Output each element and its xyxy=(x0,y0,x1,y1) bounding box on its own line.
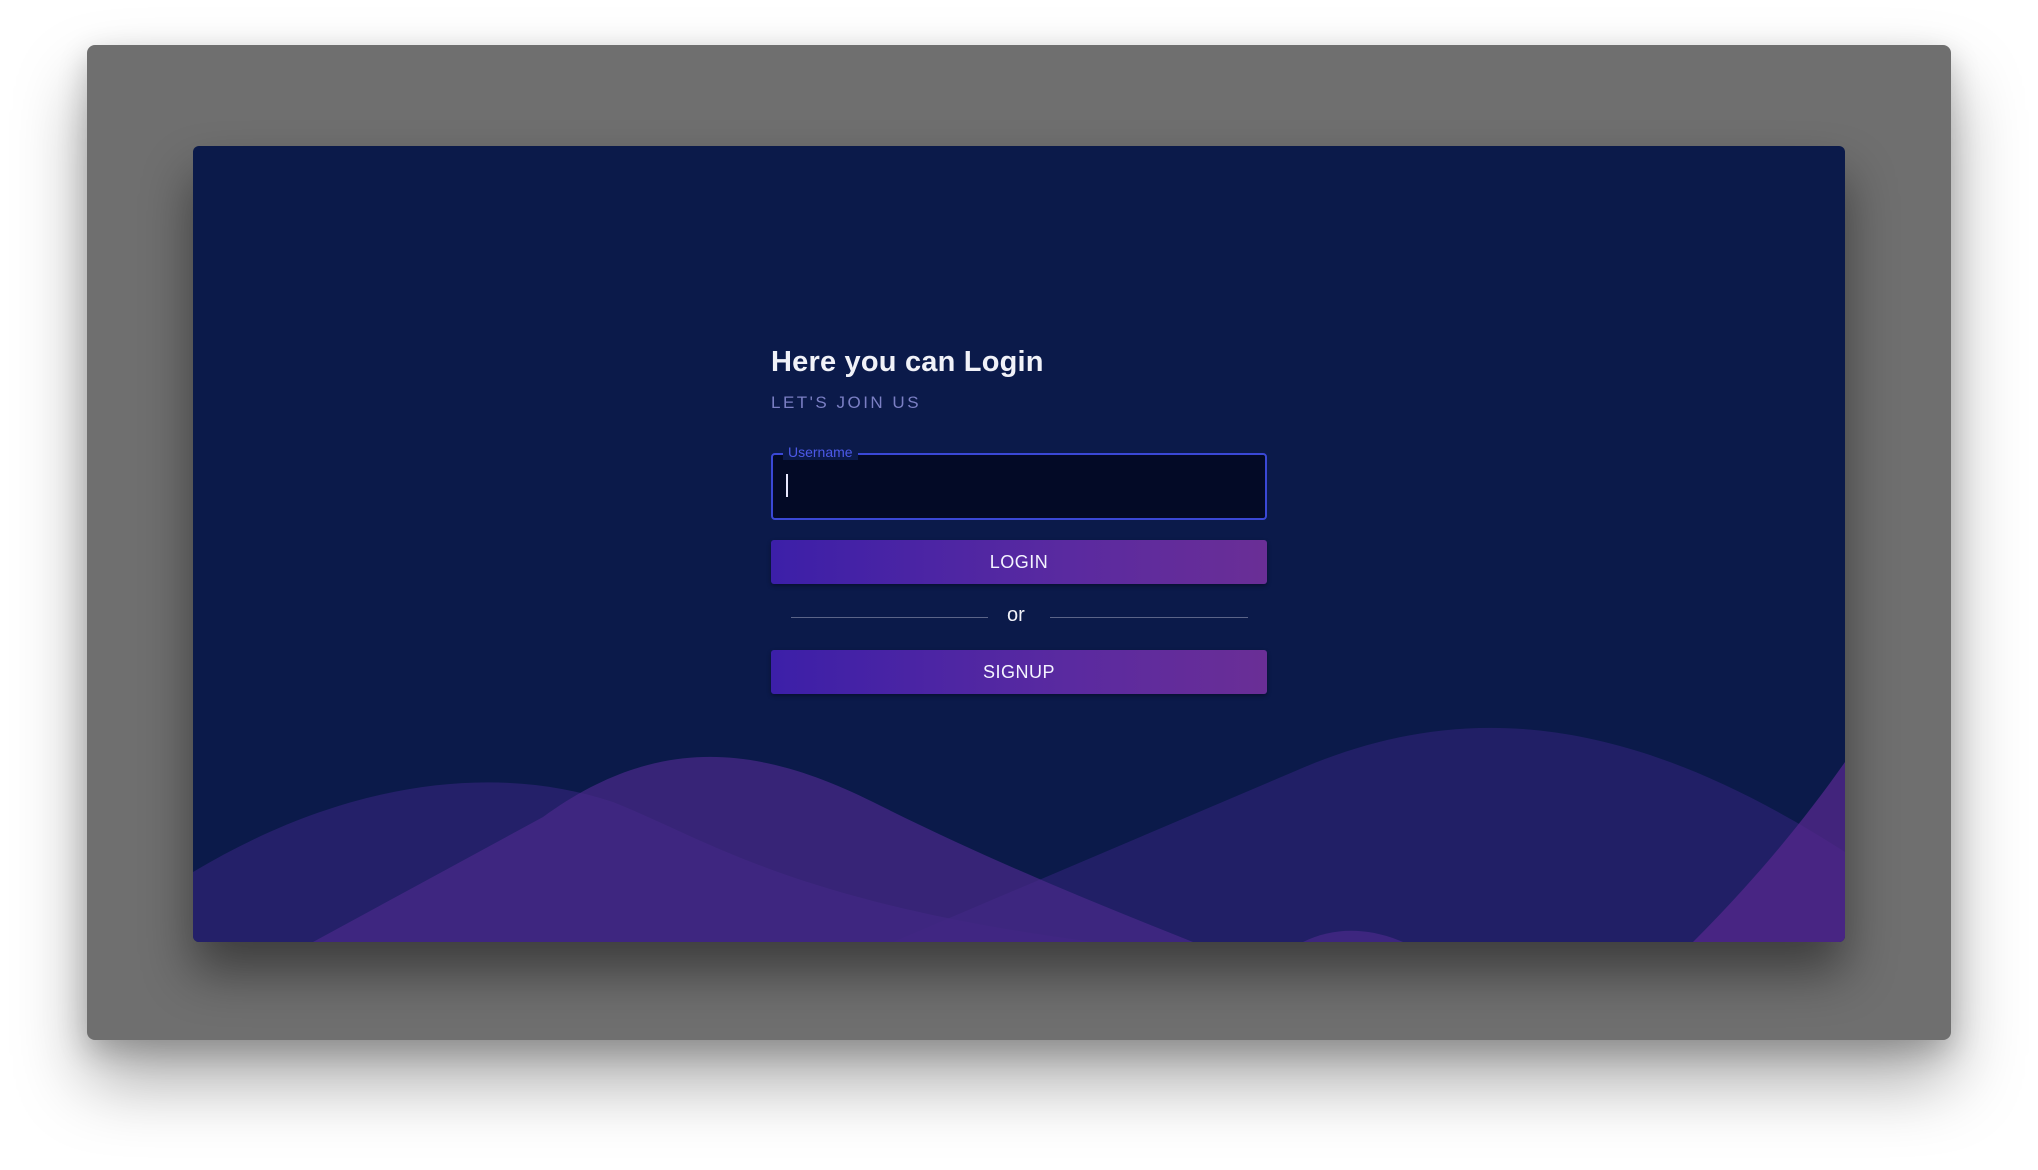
signup-button[interactable]: SIGNUP xyxy=(771,650,1267,694)
username-label: Username xyxy=(783,444,858,460)
divider-line-right xyxy=(1050,617,1248,618)
decorative-waves xyxy=(193,727,1845,942)
page-subtitle: LET'S JOIN US xyxy=(771,393,922,412)
username-field[interactable]: Username xyxy=(771,444,1267,520)
login-button[interactable]: LOGIN xyxy=(771,540,1267,584)
window-frame: Here you can Login LET'S JOIN US Usernam… xyxy=(87,45,1951,1040)
or-divider: or xyxy=(771,584,1267,650)
login-page: Here you can Login LET'S JOIN US Usernam… xyxy=(193,146,1845,942)
login-form: Here you can Login LET'S JOIN US Usernam… xyxy=(771,346,1267,694)
page-title: Here you can Login xyxy=(771,346,1044,378)
username-input[interactable] xyxy=(785,465,1249,507)
divider-text: or xyxy=(1007,604,1025,626)
text-caret xyxy=(786,474,788,497)
divider-line-left xyxy=(791,617,988,618)
